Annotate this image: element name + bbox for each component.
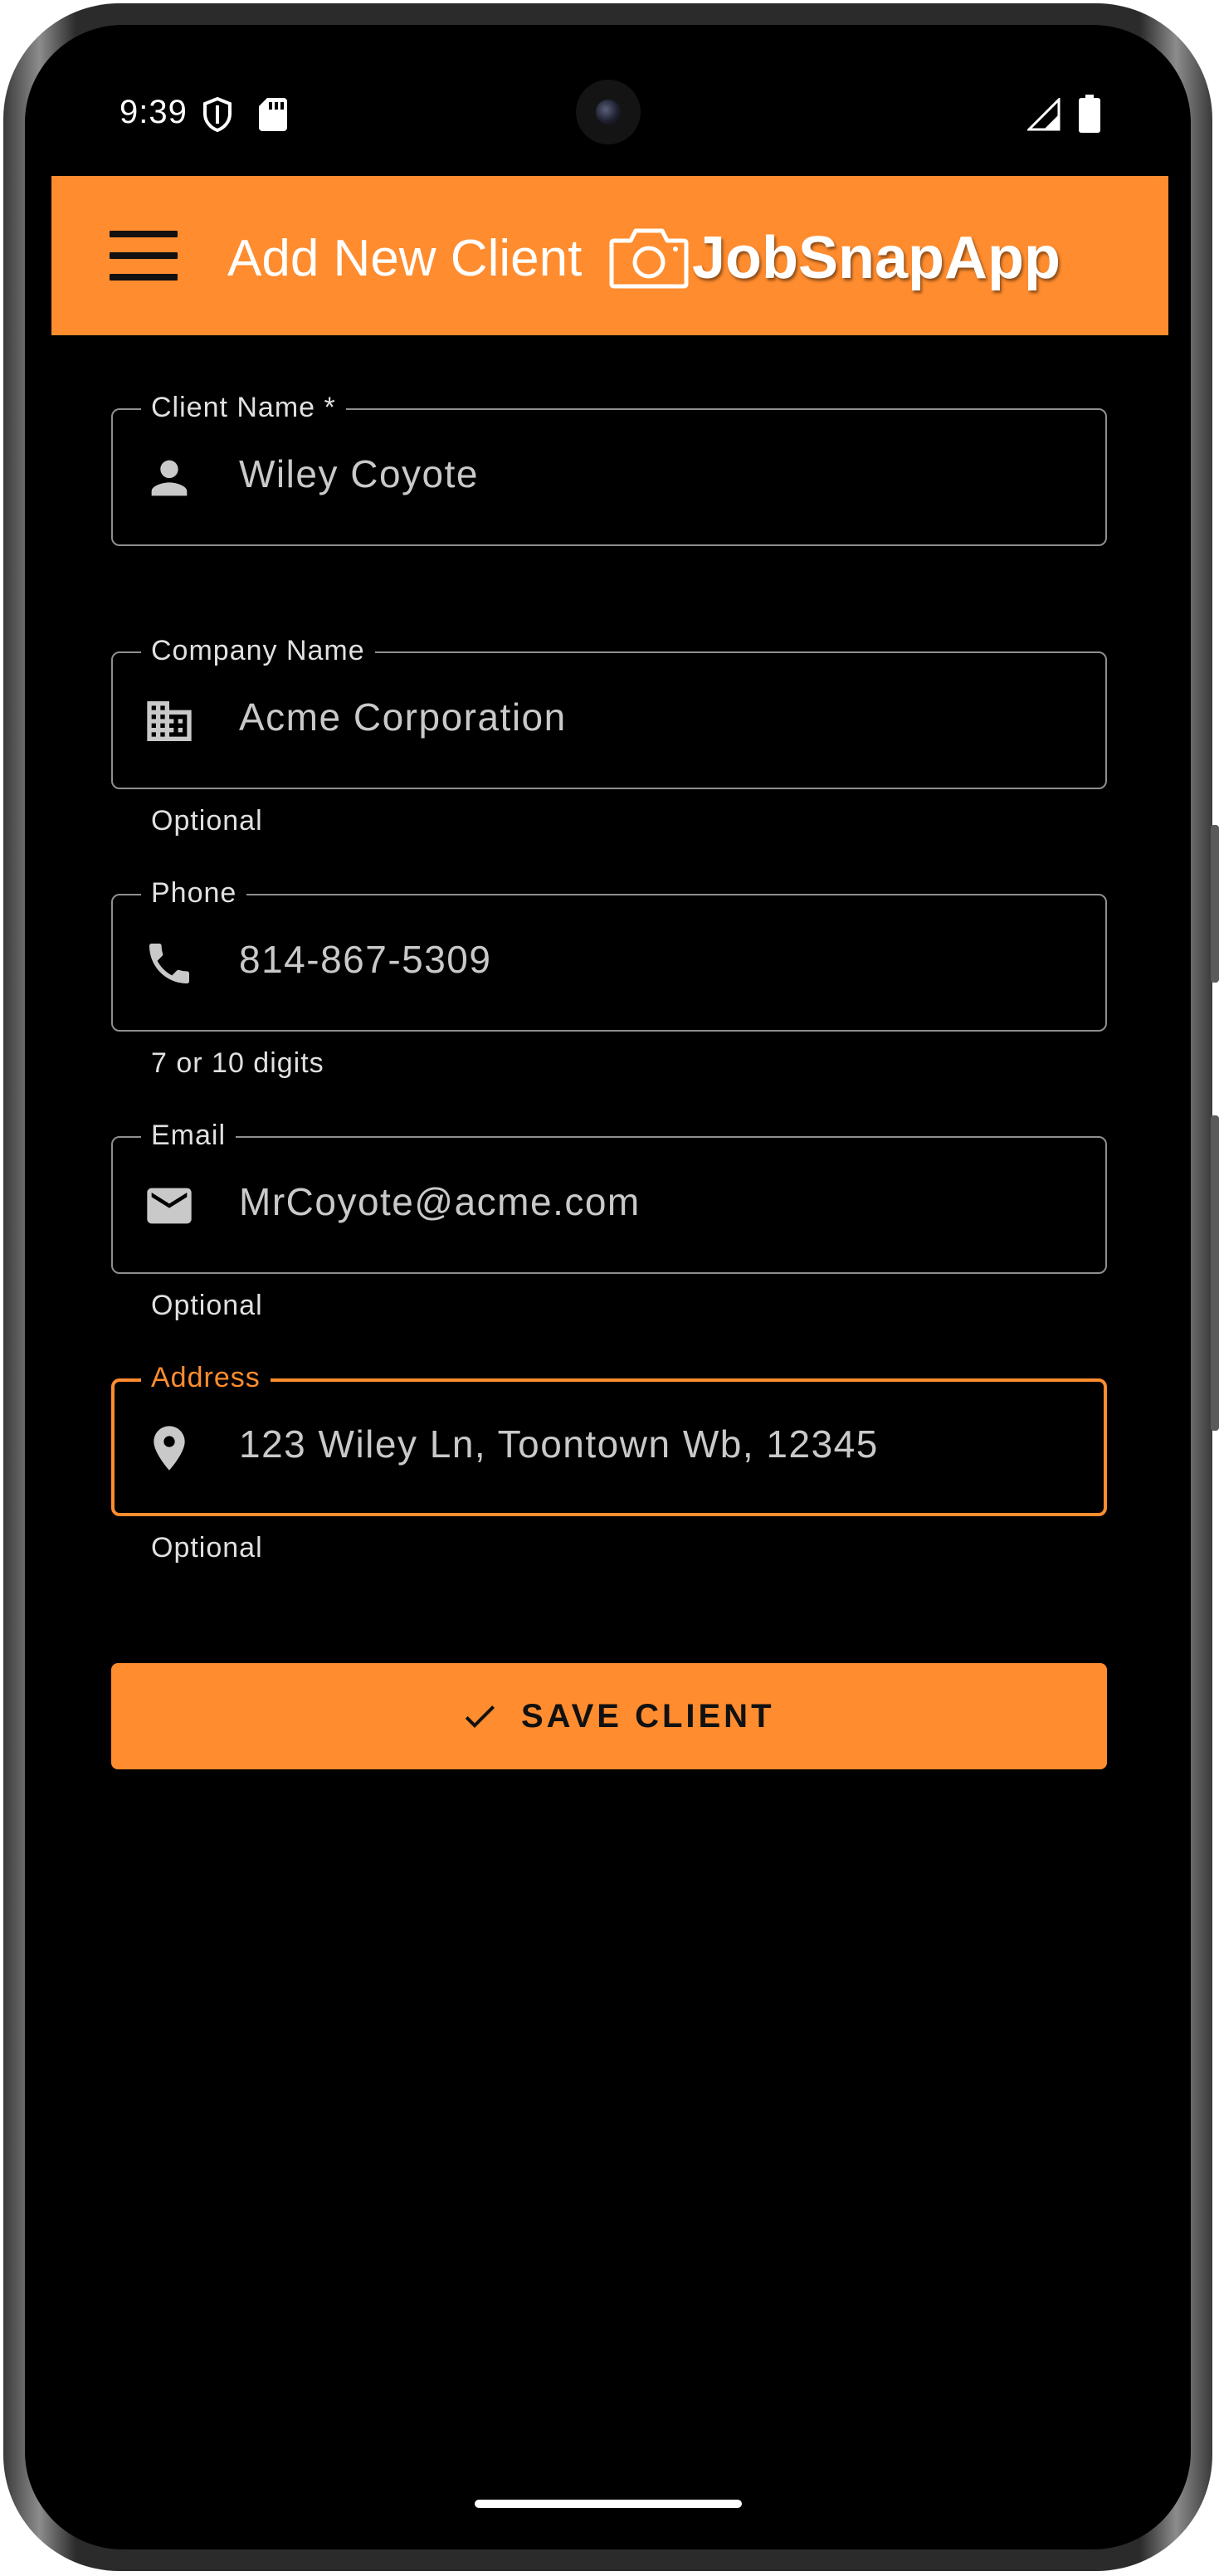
status-time: 9:39 [119, 94, 188, 130]
client-name-input[interactable]: Wiley Coyote [239, 451, 479, 496]
phone-field[interactable]: Phone 814-867-5309 [111, 877, 1107, 1032]
email-label: Email [141, 1120, 236, 1152]
check-icon [465, 1705, 495, 1728]
email-field[interactable]: Email MrCoyote@acme.com [111, 1120, 1107, 1274]
save-client-button[interactable]: SAVE CLIENT [111, 1663, 1107, 1769]
camera-logo-icon [609, 228, 689, 289]
client-name-label: Client Name * [141, 392, 346, 424]
battery-icon [1079, 95, 1100, 133]
building-icon [147, 701, 192, 741]
company-name-input[interactable]: Acme Corporation [239, 695, 567, 739]
address-input[interactable]: 123 Wiley Ln, Toontown Wb, 12345 [239, 1422, 879, 1466]
email-helper: Optional [151, 1290, 263, 1321]
page-title: Add New Client [227, 230, 583, 287]
volume-button [1211, 1115, 1219, 1431]
save-client-label: SAVE CLIENT [521, 1698, 775, 1734]
phone-frame: 9:39 Add New Client JobSnapApp Client Na… [3, 3, 1219, 2571]
screen: 9:39 Add New Client JobSnapApp Client Na… [25, 25, 1191, 2549]
home-indicator[interactable] [475, 2500, 742, 2508]
person-icon [151, 460, 188, 496]
brand-logo-text: JobSnapApp [692, 225, 1061, 291]
phone-label: Phone [141, 877, 247, 910]
shield-icon [203, 96, 232, 133]
client-name-field[interactable]: Client Name * Wiley Coyote [111, 392, 1107, 546]
address-label: Address [141, 1362, 271, 1394]
phone-icon [149, 944, 189, 983]
power-button [1211, 825, 1219, 983]
address-field[interactable]: Address 123 Wiley Ln, Toontown Wb, 12345 [111, 1362, 1107, 1516]
company-name-field[interactable]: Company Name Acme Corporation [111, 635, 1107, 789]
app-bar: Add New Client JobSnapApp [51, 176, 1168, 335]
hamburger-menu-icon[interactable] [110, 231, 178, 281]
mail-icon [147, 1188, 192, 1224]
email-input[interactable]: MrCoyote@acme.com [239, 1179, 641, 1224]
phone-helper: 7 or 10 digits [151, 1047, 324, 1079]
status-bar: 9:39 [25, 25, 1191, 144]
sd-card-icon [259, 98, 287, 131]
company-name-label: Company Name [141, 635, 375, 667]
front-camera [576, 80, 641, 144]
cell-signal-icon [1027, 98, 1061, 131]
address-helper: Optional [151, 1532, 263, 1564]
company-name-helper: Optional [151, 805, 263, 837]
location-pin-icon [154, 1426, 185, 1471]
phone-input[interactable]: 814-867-5309 [239, 937, 491, 982]
